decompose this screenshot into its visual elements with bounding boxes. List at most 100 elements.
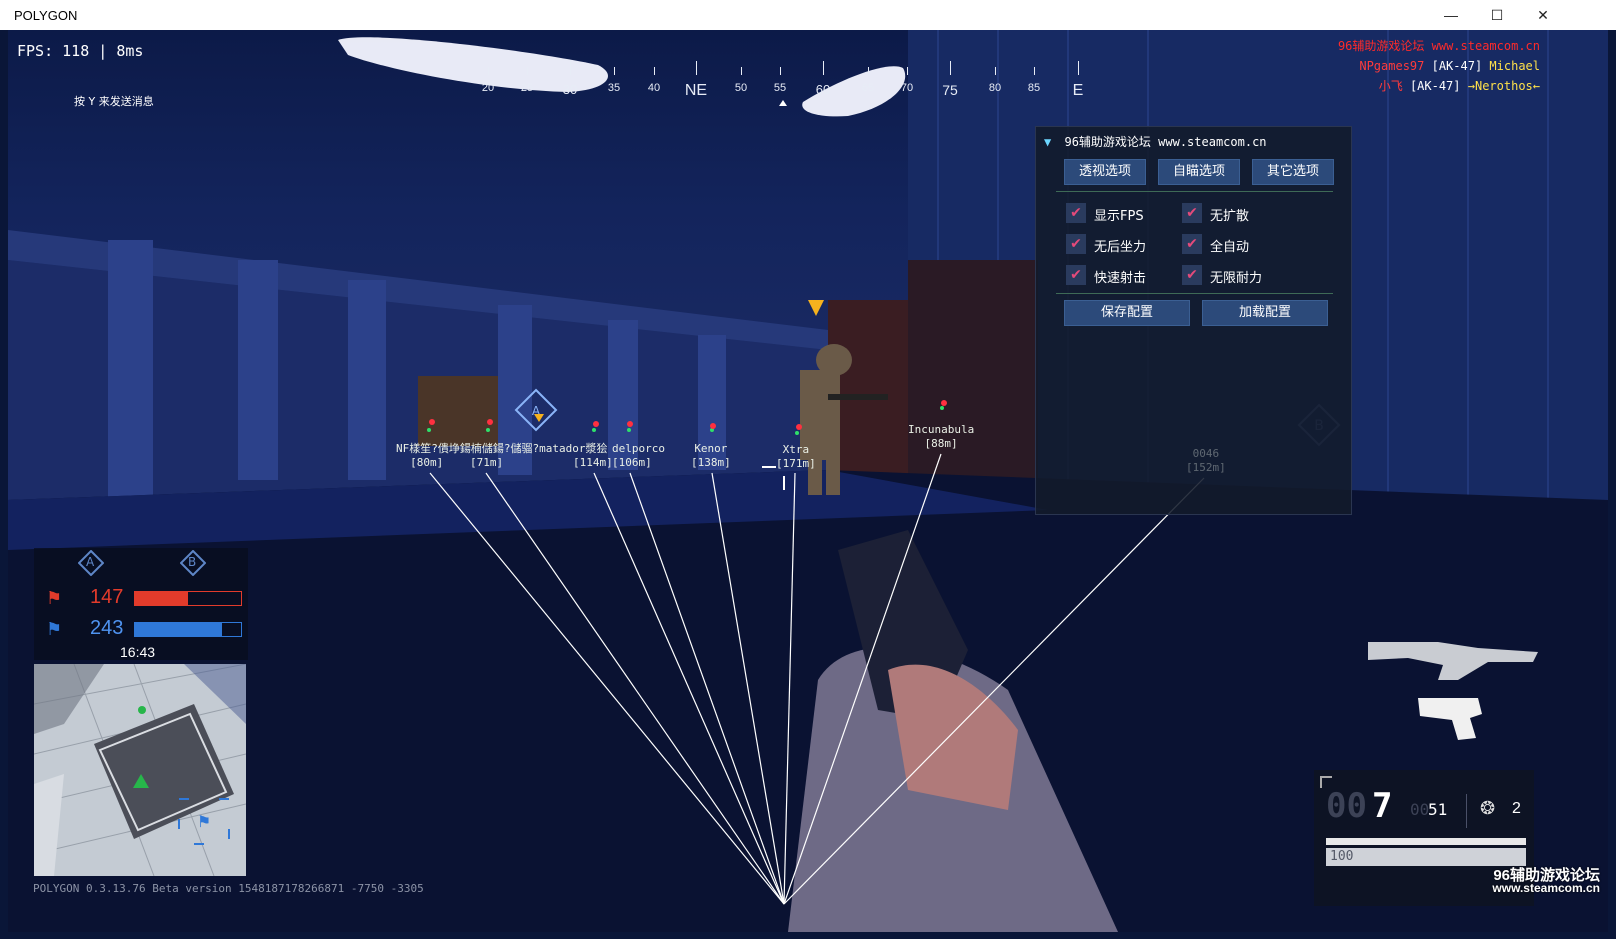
killfeed: 96辅助游戏论坛 www.steamcom.cn NPgames97 [AK-4… — [1338, 36, 1540, 96]
menu-header[interactable]: ▼ 96辅助游戏论坛 www.steamcom.cn — [1044, 133, 1267, 150]
reserve-ammo: 51 — [1428, 800, 1448, 819]
esp-distance: [80m] — [410, 456, 444, 469]
load-config-button[interactable]: 加载配置 — [1202, 300, 1328, 326]
esp-name: NF樣笙?僓埩鍚楠儲鍚?儲骝?matador漿狯 — [396, 442, 608, 455]
compass-mark: 80 — [988, 82, 1002, 94]
esp-distance: [138m] — [691, 456, 731, 469]
blue-team-score: 243 — [90, 617, 124, 639]
compass-tick — [823, 61, 824, 75]
option-label: 无限耐力 — [1210, 271, 1263, 286]
killer-name: NPgames97 — [1359, 59, 1425, 73]
close-button[interactable]: ✕ — [1520, 0, 1566, 30]
red-team-bar-fill — [135, 592, 188, 605]
esp-label: Incunabula [88m] — [908, 423, 974, 451]
reserve-ghost-digits: 00 — [1410, 800, 1430, 819]
esp-label: [114m] — [573, 456, 613, 470]
compass-mark: 50 — [734, 82, 748, 94]
maximize-button[interactable]: ☐ — [1474, 0, 1520, 30]
stamina-bar — [1326, 838, 1526, 845]
chat-hint: 按 Y 来发送消息 — [74, 95, 154, 108]
compass-mark: 35 — [607, 82, 621, 94]
esp-label: Xtra [171m] — [776, 443, 816, 471]
compass-tick — [868, 67, 869, 75]
red-flag-icon: ⚑ — [46, 588, 63, 609]
option-label: 无后坐力 — [1094, 240, 1147, 255]
esp-name: Incunabula — [908, 423, 975, 436]
compass-tick — [907, 67, 908, 75]
killfeed-site: 96辅助游戏论坛 www.steamcom.cn — [1337, 39, 1540, 53]
score-panel: A B ⚑ 147 ⚑ 243 16:43 — [34, 548, 248, 660]
option-label: 无扩散 — [1210, 209, 1250, 224]
collapse-triangle-icon[interactable]: ▼ — [1044, 135, 1051, 149]
esp-label: Kenor [138m] — [691, 442, 731, 470]
compass-tick — [741, 67, 742, 75]
game-viewport[interactable]: A B — [8, 30, 1608, 932]
objective-b-label: B — [188, 555, 197, 569]
killfeed-entry: NPgames97 [AK-47] Michael — [1338, 56, 1540, 76]
magazine-count: 7 — [1372, 786, 1393, 826]
ammo-divider — [1466, 794, 1467, 828]
tab-other-options[interactable]: 其它选项 — [1252, 159, 1334, 185]
tab-aim-options[interactable]: 自瞄选项 — [1158, 159, 1240, 185]
red-team-bar — [134, 591, 242, 606]
minimize-button[interactable]: — — [1428, 0, 1474, 30]
compass-tick — [780, 67, 781, 75]
checkbox-check-icon[interactable]: ✔ — [1066, 265, 1086, 285]
compass-tick — [654, 67, 655, 75]
compass-tick — [696, 61, 697, 75]
esp-name: delporco — [612, 442, 665, 455]
compass-tick — [527, 67, 528, 75]
save-config-button[interactable]: 保存配置 — [1064, 300, 1190, 326]
killfeed-entry: 小飞 [AK-47] →Nerothos← — [1338, 76, 1540, 96]
checkbox-check-icon[interactable]: ✔ — [1066, 234, 1086, 254]
esp-distance: [106m] — [612, 456, 652, 469]
checkbox-check-icon[interactable]: ✔ — [1066, 203, 1086, 223]
esp-name: Xtra — [782, 443, 810, 456]
checkbox-check-icon[interactable]: ✔ — [1182, 265, 1202, 285]
option-label: 全自动 — [1210, 240, 1250, 255]
crosshair-bottom — [783, 476, 785, 490]
esp-distance: [88m] — [924, 437, 958, 450]
red-team-score: 147 — [90, 586, 124, 608]
compass-tick — [1034, 67, 1035, 75]
build-version: POLYGON 0.3.13.76 Beta version 154818717… — [33, 882, 424, 895]
compass-mark: 40 — [647, 82, 661, 94]
esp-distance: [71m] — [470, 456, 504, 469]
esp-name: Kenor — [694, 442, 728, 455]
menu-divider — [1056, 191, 1333, 192]
esp-distance: [152m] — [1186, 461, 1226, 474]
compass-mark: 55 — [773, 82, 787, 94]
fps-counter: FPS: 118 | 8ms — [17, 42, 144, 60]
esp-distance: [171m] — [776, 457, 816, 470]
objective-b-icon: B — [179, 549, 207, 577]
compass-tick — [950, 61, 951, 75]
title-bar: POLYGON — ☐ ✕ — [0, 0, 1616, 30]
compass-mark: 25 — [520, 82, 534, 94]
menu-title: 96辅助游戏论坛 www.steamcom.cn — [1064, 135, 1267, 149]
victim-name: →Nerothos← — [1467, 79, 1540, 93]
blue-flag-icon: ⚑ — [46, 619, 63, 640]
compass-mark: 75 — [942, 82, 958, 98]
tab-esp-options[interactable]: 透视选项 — [1064, 159, 1146, 185]
compass-mark: 65 — [861, 82, 875, 94]
ammo-ghost-digits: 00 — [1326, 786, 1367, 826]
compass-tick — [488, 67, 489, 75]
checkbox-check-icon[interactable]: ✔ — [1182, 234, 1202, 254]
objective-a-icon: A — [77, 549, 105, 577]
weapon-tag: [AK-47] — [1431, 59, 1483, 73]
compass-tick — [1078, 61, 1079, 75]
esp-label: [71m] — [470, 456, 503, 470]
checkbox-check-icon[interactable]: ✔ — [1182, 203, 1202, 223]
option-label: 显示FPS — [1094, 209, 1144, 224]
compass-mark: NE — [684, 82, 708, 99]
crosshair-left — [762, 466, 776, 468]
menu-divider — [1056, 293, 1333, 294]
stamina-bar-fill — [1326, 838, 1526, 845]
window-title: POLYGON — [14, 8, 78, 23]
watermark-url: www.steamcom.cn — [1492, 881, 1600, 895]
compass-mark: E — [1072, 82, 1084, 99]
esp-name: 0046 — [1192, 447, 1220, 460]
esp-label: delporco [106m] — [612, 442, 665, 470]
minimap: ⚑ — [34, 664, 246, 876]
compass-mark: 70 — [900, 82, 914, 94]
